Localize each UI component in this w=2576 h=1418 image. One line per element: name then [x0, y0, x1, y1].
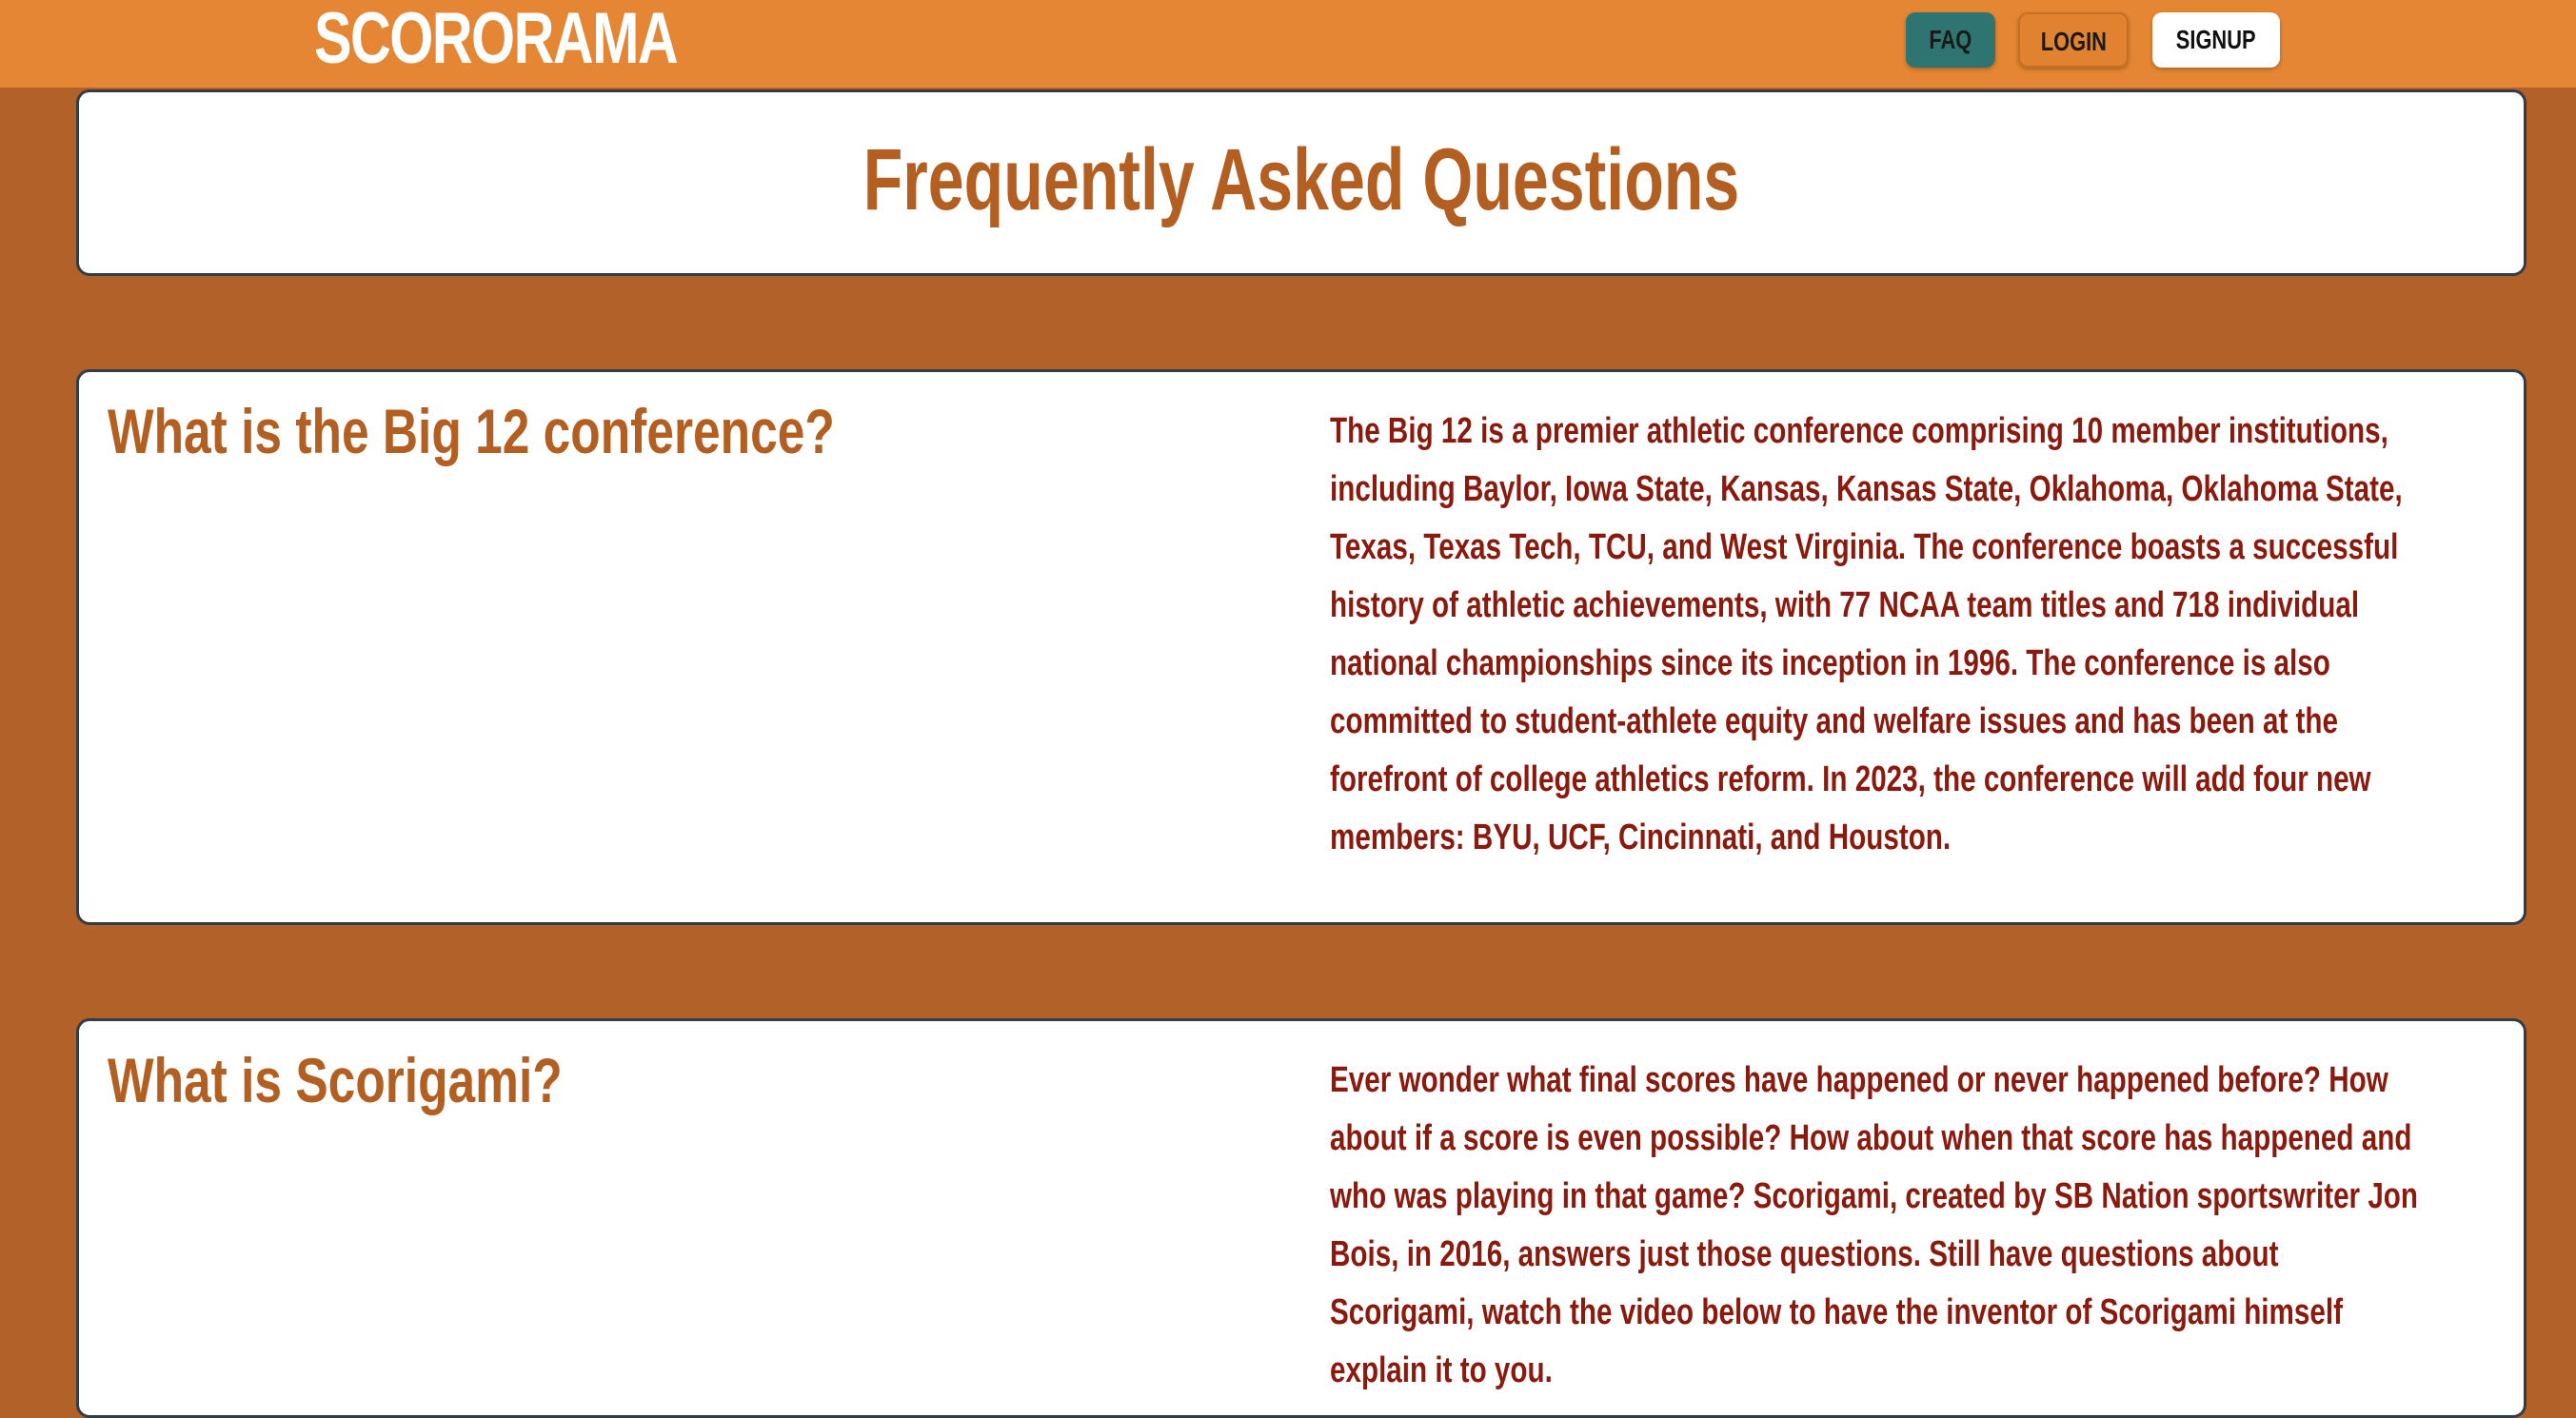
- page-title: Frequently Asked Questions: [79, 128, 2524, 231]
- signup-button[interactable]: SIGNUP: [2152, 12, 2280, 68]
- brand-logo[interactable]: SCORORAMA: [314, 0, 679, 78]
- top-navbar: SCORORAMA FAQ LOGIN SIGNUP: [0, 0, 2576, 88]
- login-button[interactable]: LOGIN: [2018, 12, 2129, 68]
- login-button-label: LOGIN: [2040, 27, 2107, 56]
- faq-button[interactable]: FAQ: [1906, 12, 1995, 68]
- faq-button-label: FAQ: [1929, 25, 1972, 54]
- faq-answer: Ever wonder what final scores have happe…: [1330, 1060, 2419, 1390]
- faq-card: What is Scorigami? Ever wonder what fina…: [76, 1018, 2526, 1418]
- signup-button-label: SIGNUP: [2176, 25, 2256, 54]
- faq-card: What is the Big 12 conference? The Big 1…: [76, 369, 2526, 925]
- faq-question: What is the Big 12 conference?: [108, 396, 835, 466]
- faq-question: What is Scorigami?: [108, 1045, 563, 1115]
- title-panel: Frequently Asked Questions: [76, 89, 2526, 276]
- page-title-text: Frequently Asked Questions: [862, 131, 1740, 228]
- faq-answer: The Big 12 is a premier athletic confere…: [1330, 411, 2403, 857]
